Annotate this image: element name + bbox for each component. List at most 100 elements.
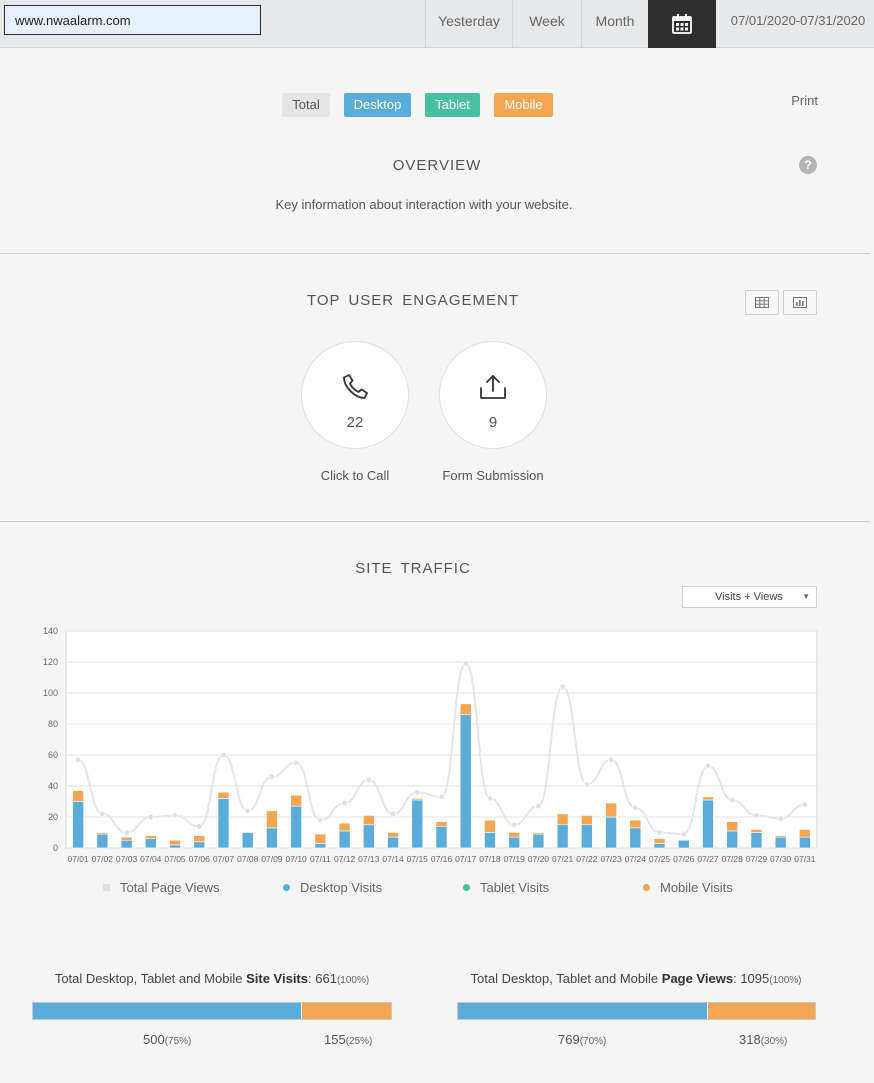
help-icon[interactable]: ? xyxy=(799,156,817,174)
x-tick-label: 07/22 xyxy=(576,854,598,864)
mobile-bar xyxy=(484,819,496,833)
traffic-metric-select[interactable]: Visits + Views ▼ xyxy=(682,586,817,608)
legend-label: Desktop Visits xyxy=(300,880,383,895)
x-tick-label: 07/07 xyxy=(213,854,235,864)
x-tick-label: 07/23 xyxy=(600,854,622,864)
desktop-bar xyxy=(169,844,181,849)
date-range-label: 07/01/2020-07/31/2020 xyxy=(730,13,866,28)
desktop-bar xyxy=(290,805,302,849)
legend-total-page-views[interactable]: Total Page Views xyxy=(103,880,220,895)
y-tick-label: 80 xyxy=(48,719,58,729)
legend-label: Tablet Visits xyxy=(480,880,550,895)
page-views-point xyxy=(317,816,324,824)
calendar-button[interactable] xyxy=(648,0,716,48)
page-views-point xyxy=(365,776,373,783)
filter-desktop-button[interactable]: Desktop xyxy=(344,93,411,117)
table-icon xyxy=(755,297,769,308)
click-to-call-card[interactable]: 22 xyxy=(301,341,409,449)
page-views-point xyxy=(438,793,445,801)
week-button[interactable]: Week xyxy=(512,0,581,47)
page-views-point xyxy=(171,812,179,819)
mobile-bar xyxy=(72,790,84,802)
mobile-bar xyxy=(774,835,787,838)
page-views-point xyxy=(680,830,687,838)
x-tick-label: 07/26 xyxy=(673,854,695,864)
mobile-bar xyxy=(605,802,617,818)
mobile-bar xyxy=(726,821,739,832)
x-tick-label: 07/04 xyxy=(140,854,162,864)
mobile-bar xyxy=(217,791,230,799)
upload-icon xyxy=(480,375,506,399)
mobile-bar xyxy=(459,703,472,715)
visits-desktop-segment xyxy=(33,1003,302,1019)
page-views-point xyxy=(656,829,663,836)
x-tick-label: 07/20 xyxy=(528,854,550,864)
form-submission-card[interactable]: 9 xyxy=(439,341,547,449)
legend-mobile-visits[interactable]: Mobile Visits xyxy=(643,880,733,895)
form-submission-value: 9 xyxy=(488,414,498,431)
desktop-bar xyxy=(266,827,278,849)
page-views-point xyxy=(801,801,809,808)
x-tick-label: 07/18 xyxy=(479,854,501,864)
desktop-bar xyxy=(459,714,472,849)
mobile-bar xyxy=(120,836,133,841)
y-tick-label: 40 xyxy=(48,781,58,791)
x-tick-label: 07/14 xyxy=(382,854,404,864)
desktop-bar xyxy=(653,843,666,849)
desktop-bar xyxy=(484,832,496,849)
legend-desktop-visits[interactable]: Desktop Visits xyxy=(283,880,382,895)
chart-view-toggle[interactable] xyxy=(783,290,817,315)
tablet-swatch xyxy=(463,884,470,891)
page-views-point xyxy=(341,799,348,807)
section-divider xyxy=(0,253,870,254)
site-visits-summary-title: Total Desktop, Tablet and Mobile Site Vi… xyxy=(54,971,370,986)
calendar-icon xyxy=(672,14,692,34)
yesterday-button[interactable]: Yesterday xyxy=(425,0,512,47)
x-tick-label: 07/31 xyxy=(794,854,816,864)
desktop-bar xyxy=(387,836,399,849)
desktop-bar xyxy=(799,836,811,849)
mobile-bar xyxy=(144,835,157,840)
page-views-point xyxy=(729,796,736,804)
x-tick-label: 07/27 xyxy=(697,854,719,864)
desktop-bar xyxy=(120,839,133,849)
month-button[interactable]: Month xyxy=(581,0,648,47)
mobile-bar xyxy=(96,832,109,835)
views-desktop-segment xyxy=(458,1003,708,1019)
page-views-bar xyxy=(457,1002,816,1020)
filter-tablet-button[interactable]: Tablet xyxy=(425,93,480,117)
page-views-point xyxy=(268,773,276,780)
views-mobile-segment xyxy=(707,1003,815,1019)
page-views-summary-title: Total Desktop, Tablet and Mobile Page Vi… xyxy=(470,971,802,986)
legend-label: Mobile Visits xyxy=(660,880,733,895)
page-views-point xyxy=(244,807,251,814)
x-tick-label: 07/19 xyxy=(504,854,526,864)
page-views-point xyxy=(147,813,154,821)
x-tick-label: 07/02 xyxy=(92,854,114,864)
site-url-input[interactable] xyxy=(4,5,261,35)
mobile-bar xyxy=(750,829,763,833)
y-tick-label: 60 xyxy=(48,750,58,760)
page-views-swatch xyxy=(103,884,110,891)
y-tick-label: 140 xyxy=(43,626,58,636)
page-views-point xyxy=(753,812,760,819)
page-views-point xyxy=(462,660,469,667)
desktop-bar xyxy=(72,801,84,849)
print-link[interactable]: Print xyxy=(770,93,818,108)
mobile-bar xyxy=(411,798,424,801)
mobile-bar xyxy=(629,819,642,829)
page-views-point xyxy=(704,762,712,770)
legend-tablet-visits[interactable]: Tablet Visits xyxy=(463,880,549,895)
page-views-point xyxy=(389,810,397,818)
x-tick-label: 07/08 xyxy=(237,854,259,864)
page-views-point xyxy=(510,821,518,828)
mobile-bar xyxy=(653,838,666,844)
mobile-bar xyxy=(702,796,714,801)
filter-total-button[interactable]: Total xyxy=(282,93,330,117)
page-views-point xyxy=(292,759,300,766)
traffic-metric-value: Visits + Views xyxy=(715,591,783,603)
click-to-call-label: Click to Call xyxy=(320,468,390,483)
table-view-toggle[interactable] xyxy=(745,290,779,315)
mobile-bar xyxy=(799,829,811,838)
filter-mobile-button[interactable]: Mobile xyxy=(494,93,553,117)
